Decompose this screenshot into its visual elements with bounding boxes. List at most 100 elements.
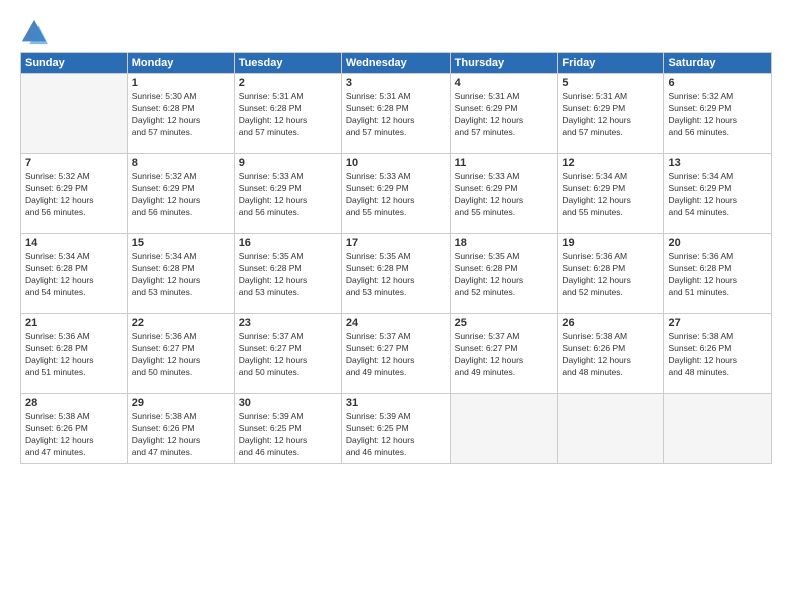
calendar-cell: 7 Sunrise: 5:32 AMSunset: 6:29 PMDaylight… [21, 154, 128, 234]
calendar-cell [21, 74, 128, 154]
calendar-cell: 27 Sunrise: 5:38 AMSunset: 6:26 PMDayligh… [664, 314, 772, 394]
day-info: Sunrise: 5:36 AMSunset: 6:27 PMDaylight:… [132, 331, 230, 379]
calendar-header-tuesday: Tuesday [234, 53, 341, 74]
day-number: 9 [239, 157, 337, 169]
calendar-cell: 6 Sunrise: 5:32 AMSunset: 6:29 PMDaylight… [664, 74, 772, 154]
day-number: 16 [239, 237, 337, 249]
day-number: 15 [132, 237, 230, 249]
calendar-cell: 24 Sunrise: 5:37 AMSunset: 6:27 PMDayligh… [341, 314, 450, 394]
day-info: Sunrise: 5:38 AMSunset: 6:26 PMDaylight:… [25, 411, 123, 459]
calendar-cell: 23 Sunrise: 5:37 AMSunset: 6:27 PMDayligh… [234, 314, 341, 394]
day-info: Sunrise: 5:34 AMSunset: 6:29 PMDaylight:… [562, 171, 659, 219]
day-number: 11 [455, 157, 554, 169]
calendar-cell: 28Sunrise: 5:38 AMSunset: 6:26 PMDayligh… [21, 394, 128, 464]
calendar-cell: 30Sunrise: 5:39 AMSunset: 6:25 PMDayligh… [234, 394, 341, 464]
calendar-week-row-4: 21 Sunrise: 5:36 AMSunset: 6:28 PMDayligh… [21, 314, 772, 394]
calendar-cell [450, 394, 558, 464]
calendar-header-thursday: Thursday [450, 53, 558, 74]
day-info: Sunrise: 5:37 AMSunset: 6:27 PMDaylight:… [239, 331, 337, 379]
page: SundayMondayTuesdayWednesdayThursdayFrid… [0, 0, 792, 612]
day-number: 8 [132, 157, 230, 169]
calendar-cell: 11 Sunrise: 5:33 AMSunset: 6:29 PMDayligh… [450, 154, 558, 234]
calendar-header-monday: Monday [127, 53, 234, 74]
day-info: Sunrise: 5:38 AMSunset: 6:26 PMDaylight:… [668, 331, 767, 379]
day-info: Sunrise: 5:31 AMSunset: 6:28 PMDaylight:… [346, 91, 446, 139]
day-number: 27 [668, 317, 767, 329]
day-number: 29 [132, 397, 230, 409]
day-info: Sunrise: 5:37 AMSunset: 6:27 PMDaylight:… [455, 331, 554, 379]
day-info: Sunrise: 5:39 AMSunset: 6:25 PMDaylight:… [346, 411, 446, 459]
day-number: 26 [562, 317, 659, 329]
day-info: Sunrise: 5:32 AMSunset: 6:29 PMDaylight:… [25, 171, 123, 219]
day-info: Sunrise: 5:35 AMSunset: 6:28 PMDaylight:… [346, 251, 446, 299]
day-info: Sunrise: 5:32 AMSunset: 6:29 PMDaylight:… [668, 91, 767, 139]
day-info: Sunrise: 5:35 AMSunset: 6:28 PMDaylight:… [239, 251, 337, 299]
calendar-header-row: SundayMondayTuesdayWednesdayThursdayFrid… [21, 53, 772, 74]
header [20, 18, 772, 46]
calendar-cell: 31 Sunrise: 5:39 AMSunset: 6:25 PMDayligh… [341, 394, 450, 464]
day-info: Sunrise: 5:37 AMSunset: 6:27 PMDaylight:… [346, 331, 446, 379]
calendar-cell: 4Sunrise: 5:31 AMSunset: 6:29 PMDaylight… [450, 74, 558, 154]
calendar-header-saturday: Saturday [664, 53, 772, 74]
day-number: 6 [668, 77, 767, 89]
day-number: 18 [455, 237, 554, 249]
calendar-cell [558, 394, 664, 464]
day-info: Sunrise: 5:33 AMSunset: 6:29 PMDaylight:… [455, 171, 554, 219]
calendar-cell: 5Sunrise: 5:31 AMSunset: 6:29 PMDaylight… [558, 74, 664, 154]
calendar-cell: 20Sunrise: 5:36 AMSunset: 6:28 PMDayligh… [664, 234, 772, 314]
calendar-cell: 25 Sunrise: 5:37 AMSunset: 6:27 PMDayligh… [450, 314, 558, 394]
day-number: 12 [562, 157, 659, 169]
day-info: Sunrise: 5:31 AMSunset: 6:28 PMDaylight:… [239, 91, 337, 139]
calendar-cell: 10Sunrise: 5:33 AMSunset: 6:29 PMDayligh… [341, 154, 450, 234]
calendar-cell: 26 Sunrise: 5:38 AMSunset: 6:26 PMDayligh… [558, 314, 664, 394]
calendar-cell: 13 Sunrise: 5:34 AMSunset: 6:29 PMDayligh… [664, 154, 772, 234]
calendar-cell: 16 Sunrise: 5:35 AMSunset: 6:28 PMDayligh… [234, 234, 341, 314]
calendar-header-wednesday: Wednesday [341, 53, 450, 74]
day-info: Sunrise: 5:34 AMSunset: 6:29 PMDaylight:… [668, 171, 767, 219]
day-number: 21 [25, 317, 123, 329]
day-number: 20 [668, 237, 767, 249]
calendar-cell: 17Sunrise: 5:35 AMSunset: 6:28 PMDayligh… [341, 234, 450, 314]
day-info: Sunrise: 5:34 AMSunset: 6:28 PMDaylight:… [25, 251, 123, 299]
day-number: 3 [346, 77, 446, 89]
day-info: Sunrise: 5:35 AMSunset: 6:28 PMDaylight:… [455, 251, 554, 299]
calendar-week-row-2: 7 Sunrise: 5:32 AMSunset: 6:29 PMDaylight… [21, 154, 772, 234]
day-info: Sunrise: 5:30 AMSunset: 6:28 PMDaylight:… [132, 91, 230, 139]
calendar-week-row-1: 1 Sunrise: 5:30 AMSunset: 6:28 PMDaylight… [21, 74, 772, 154]
day-info: Sunrise: 5:31 AMSunset: 6:29 PMDaylight:… [562, 91, 659, 139]
calendar-cell: 12 Sunrise: 5:34 AMSunset: 6:29 PMDayligh… [558, 154, 664, 234]
calendar-week-row-3: 14 Sunrise: 5:34 AMSunset: 6:28 PMDayligh… [21, 234, 772, 314]
calendar-cell [664, 394, 772, 464]
calendar-cell: 1 Sunrise: 5:30 AMSunset: 6:28 PMDaylight… [127, 74, 234, 154]
calendar-cell: 22Sunrise: 5:36 AMSunset: 6:27 PMDayligh… [127, 314, 234, 394]
logo [20, 18, 52, 46]
day-number: 30 [239, 397, 337, 409]
day-info: Sunrise: 5:36 AMSunset: 6:28 PMDaylight:… [562, 251, 659, 299]
calendar-cell: 3 Sunrise: 5:31 AMSunset: 6:28 PMDaylight… [341, 74, 450, 154]
calendar-header-friday: Friday [558, 53, 664, 74]
day-info: Sunrise: 5:32 AMSunset: 6:29 PMDaylight:… [132, 171, 230, 219]
day-number: 24 [346, 317, 446, 329]
day-number: 23 [239, 317, 337, 329]
calendar-cell: 29 Sunrise: 5:38 AMSunset: 6:26 PMDayligh… [127, 394, 234, 464]
day-number: 2 [239, 77, 337, 89]
calendar-cell: 8 Sunrise: 5:32 AMSunset: 6:29 PMDaylight… [127, 154, 234, 234]
calendar-cell: 18 Sunrise: 5:35 AMSunset: 6:28 PMDayligh… [450, 234, 558, 314]
day-number: 25 [455, 317, 554, 329]
calendar-week-row-5: 28Sunrise: 5:38 AMSunset: 6:26 PMDayligh… [21, 394, 772, 464]
logo-icon [20, 18, 48, 46]
day-info: Sunrise: 5:38 AMSunset: 6:26 PMDaylight:… [132, 411, 230, 459]
day-info: Sunrise: 5:36 AMSunset: 6:28 PMDaylight:… [25, 331, 123, 379]
calendar-cell: 2 Sunrise: 5:31 AMSunset: 6:28 PMDaylight… [234, 74, 341, 154]
day-info: Sunrise: 5:33 AMSunset: 6:29 PMDaylight:… [346, 171, 446, 219]
day-number: 14 [25, 237, 123, 249]
day-info: Sunrise: 5:33 AMSunset: 6:29 PMDaylight:… [239, 171, 337, 219]
day-info: Sunrise: 5:31 AMSunset: 6:29 PMDaylight:… [455, 91, 554, 139]
calendar: SundayMondayTuesdayWednesdayThursdayFrid… [20, 52, 772, 464]
day-info: Sunrise: 5:38 AMSunset: 6:26 PMDaylight:… [562, 331, 659, 379]
day-number: 13 [668, 157, 767, 169]
day-number: 31 [346, 397, 446, 409]
calendar-cell: 15Sunrise: 5:34 AMSunset: 6:28 PMDayligh… [127, 234, 234, 314]
day-number: 7 [25, 157, 123, 169]
day-number: 1 [132, 77, 230, 89]
